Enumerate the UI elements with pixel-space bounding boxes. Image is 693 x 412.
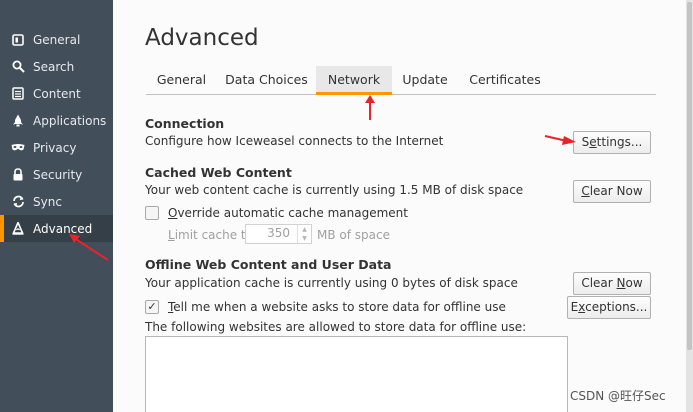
- limit-cache-unit: MB of space: [317, 228, 390, 242]
- sidebar-item-label: Applications: [33, 113, 107, 128]
- tell-me-label[interactable]: Tell me when a website asks to store dat…: [168, 300, 506, 314]
- button-text: ceptions...: [585, 300, 648, 314]
- security-lock-icon: [11, 168, 25, 182]
- tab-network[interactable]: Network: [316, 66, 392, 95]
- watermark: CSDN @旺仔Sec: [570, 389, 666, 403]
- offline-list-label: The following websites are allowed to st…: [145, 320, 527, 334]
- button-text: lear Now: [589, 184, 643, 198]
- page-title: Advanced: [145, 25, 259, 51]
- sync-icon: [11, 195, 25, 209]
- advanced-icon: [11, 222, 25, 236]
- sidebar-item-label: General: [33, 32, 81, 47]
- cache-size-spinner[interactable]: 350 ▲ ▼: [245, 224, 312, 244]
- clear-offline-button[interactable]: Clear Now: [573, 272, 651, 295]
- tab-update[interactable]: Update: [392, 66, 458, 94]
- search-icon: [11, 60, 25, 74]
- applications-icon: [11, 114, 25, 128]
- clear-cache-button[interactable]: Clear Now: [573, 180, 651, 203]
- sidebar-item-label: Security: [33, 167, 83, 182]
- label-text: ell me when a website asks to store data…: [173, 300, 506, 314]
- access-key: N: [616, 276, 626, 290]
- sidebar-item-general[interactable]: General: [0, 26, 113, 53]
- tab-data-choices[interactable]: Data Choices: [217, 66, 316, 94]
- sidebar-item-label: Sync: [33, 194, 62, 209]
- access-key: L: [168, 228, 175, 242]
- tell-me-checkbox[interactable]: ✓: [145, 300, 159, 314]
- label-text: imit cache to: [174, 228, 253, 242]
- exceptions-button[interactable]: Exceptions...: [567, 296, 651, 319]
- general-icon: [11, 33, 25, 47]
- annotation-arrow-advanced: [69, 234, 109, 261]
- sidebar-item-sync[interactable]: Sync: [0, 188, 113, 215]
- button-text: ttings...: [596, 135, 643, 149]
- content-icon: [11, 87, 25, 101]
- access-key: C: [581, 184, 590, 198]
- access-key: e: [589, 135, 597, 149]
- sidebar-item-search[interactable]: Search: [0, 53, 113, 80]
- override-cache-checkbox[interactable]: [145, 206, 159, 220]
- sidebar-item-privacy[interactable]: Privacy: [0, 134, 113, 161]
- button-text: ow: [625, 276, 643, 290]
- sidebar-item-applications[interactable]: Applications: [0, 107, 113, 134]
- vertical-scrollbar[interactable]: [686, 0, 693, 412]
- sidebar-item-security[interactable]: Security: [0, 161, 113, 188]
- sidebar-item-label: Privacy: [33, 140, 77, 155]
- cache-size-value: 350: [267, 226, 290, 240]
- sidebar-item-content[interactable]: Content: [0, 80, 113, 107]
- override-cache-label[interactable]: Override automatic cache management: [168, 206, 408, 220]
- cache-description: Your web content cache is currently usin…: [145, 183, 524, 197]
- connection-description: Configure how Iceweasel connects to the …: [145, 134, 444, 148]
- label-text: verride automatic cache management: [177, 206, 408, 220]
- sidebar-item-label: Search: [33, 59, 75, 74]
- offline-sites-list[interactable]: [145, 336, 568, 412]
- tab-certificates[interactable]: Certificates: [458, 66, 552, 94]
- scrollbar-thumb[interactable]: [687, 2, 692, 350]
- offline-heading: Offline Web Content and User Data: [145, 257, 392, 272]
- tab-general[interactable]: General: [146, 66, 217, 94]
- connection-settings-button[interactable]: Settings...: [573, 131, 651, 154]
- cache-heading: Cached Web Content: [145, 165, 292, 180]
- main-panel: Advanced General Data Choices Network Up…: [113, 0, 693, 412]
- connection-heading: Connection: [145, 116, 225, 131]
- sidebar: General Search Content Applications Priv…: [0, 0, 113, 412]
- spinner-arrows-icon[interactable]: ▲ ▼: [297, 225, 311, 243]
- limit-cache-label: Limit cache to: [168, 228, 253, 242]
- annotation-arrow-settings: [544, 135, 576, 145]
- annotation-arrow-network: [365, 95, 375, 120]
- button-text: Clear: [581, 276, 617, 290]
- offline-description: Your application cache is currently usin…: [145, 276, 518, 290]
- tab-bar: General Data Choices Network Update Cert…: [146, 66, 656, 95]
- sidebar-item-label: Content: [33, 86, 81, 101]
- privacy-mask-icon: [11, 141, 25, 155]
